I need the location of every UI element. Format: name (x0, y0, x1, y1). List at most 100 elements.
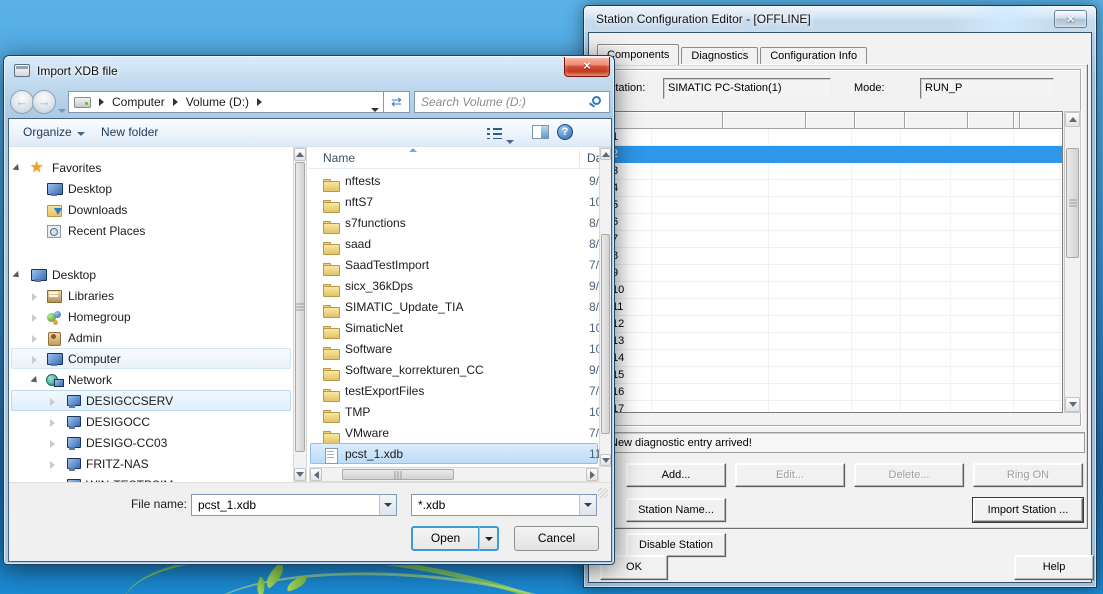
column-header[interactable] (606, 112, 723, 129)
file-row[interactable]: Software 10/ (310, 338, 598, 359)
file-row[interactable]: sicx_36kDps 9/5 (310, 275, 598, 296)
scroll-up-button[interactable] (294, 148, 306, 161)
editor-action-button[interactable]: Add... (626, 463, 726, 487)
table-row[interactable]: 15 (606, 367, 1062, 384)
sidebar-item[interactable]: Downloads (11, 199, 291, 220)
scroll-up-button[interactable] (600, 148, 611, 160)
file-row[interactable]: nftests 9/2 (310, 170, 598, 191)
file-list-vscrollbar[interactable] (599, 147, 612, 467)
sidebar-item[interactable]: DESIGOCC (11, 411, 291, 432)
table-row[interactable]: 10 (606, 282, 1062, 299)
expander-icon[interactable] (30, 334, 40, 344)
file-row[interactable]: nftS7 10/ (310, 191, 598, 212)
file-row[interactable]: s7functions 8/1 (310, 212, 598, 233)
column-header[interactable] (968, 112, 1014, 129)
expander-icon[interactable] (30, 185, 40, 195)
breadcrumb[interactable]: Computer Volume (D:) (68, 91, 384, 113)
combo-dropdown-button[interactable] (379, 495, 396, 515)
scrollbar-thumb[interactable] (601, 234, 610, 434)
table-row[interactable]: 12 (606, 316, 1062, 333)
sidebar-item[interactable]: WIN-TESTPSIM (11, 474, 291, 482)
scrollbar-thumb[interactable] (295, 162, 305, 452)
search-icon[interactable] (592, 96, 601, 105)
expander-icon[interactable] (30, 376, 40, 386)
file-row[interactable]: TMP 10/ (310, 401, 598, 422)
sidebar-item[interactable]: DESIGO-CC03 (11, 432, 291, 453)
table-row[interactable]: 13 (606, 333, 1062, 350)
history-dropdown[interactable] (58, 100, 66, 118)
table-row[interactable]: 5 (606, 197, 1062, 214)
sidebar-item[interactable]: Homegroup (11, 306, 291, 327)
table-row[interactable]: 16 (606, 384, 1062, 401)
column-header[interactable] (855, 112, 905, 129)
combo-dropdown-button[interactable] (579, 495, 596, 515)
editor-action-button[interactable]: Station Name... (626, 498, 726, 522)
organize-button[interactable]: Organize (23, 125, 85, 139)
editor-tab[interactable]: Diagnostics (681, 47, 758, 65)
file-row[interactable]: Software_korrekturen_CC 9/2 (310, 359, 598, 380)
cancel-button[interactable]: Cancel (514, 526, 599, 551)
table-row[interactable]: 6 (606, 214, 1062, 231)
table-scrollbar[interactable] (1064, 111, 1081, 413)
column-header[interactable] (723, 112, 806, 129)
breadcrumb-segment[interactable]: Computer (91, 95, 165, 109)
table-row[interactable]: 2 (606, 146, 1062, 163)
expander-icon[interactable] (48, 418, 58, 428)
expander-icon[interactable] (48, 439, 58, 449)
sidebar-item[interactable]: Libraries (11, 285, 291, 306)
sidebar-item[interactable]: Favorites (11, 157, 291, 178)
file-row[interactable]: saad 8/2 (310, 233, 598, 254)
editor-titlebar[interactable]: Station Configuration Editor - [OFFLINE]… (584, 6, 1096, 32)
table-row[interactable]: 8 (606, 248, 1062, 265)
address-dropdown[interactable] (371, 101, 379, 115)
scrollbar-thumb[interactable] (1066, 148, 1079, 258)
scroll-up-button[interactable] (1065, 112, 1080, 127)
sidebar-item[interactable]: DESIGCCSERV (11, 390, 291, 411)
column-header[interactable] (905, 112, 968, 129)
open-split-dropdown[interactable] (479, 526, 499, 551)
expander-icon[interactable] (12, 271, 22, 281)
expander-icon[interactable] (30, 227, 40, 237)
back-button[interactable]: ← (10, 90, 34, 114)
new-folder-button[interactable]: New folder (101, 125, 158, 139)
resize-grip-icon[interactable] (598, 488, 608, 498)
scroll-down-button[interactable] (600, 454, 611, 466)
file-row[interactable]: pcst_1.xdb 11/ (310, 443, 598, 464)
dialog-titlebar[interactable]: Import XDB file × (4, 56, 614, 86)
file-name-combobox[interactable]: pcst_1.xdb (191, 494, 397, 516)
date-column-header[interactable]: Da (587, 151, 599, 165)
column-header[interactable] (1014, 112, 1020, 129)
table-row[interactable]: 1 (606, 129, 1062, 146)
file-row[interactable]: SimaticNet 10/ (310, 317, 598, 338)
table-row[interactable]: 4 (606, 180, 1062, 197)
expander-icon[interactable] (48, 397, 58, 407)
table-row[interactable]: 11 (606, 299, 1062, 316)
station-value-field[interactable]: SIMATIC PC-Station(1) (663, 78, 831, 99)
search-input[interactable] (421, 94, 581, 110)
editor-close-button[interactable]: × (1054, 10, 1087, 28)
column-divider[interactable] (579, 149, 580, 167)
mode-value-field[interactable]: RUN_P (920, 78, 1054, 99)
refresh-button[interactable]: ⇄ (384, 91, 410, 113)
open-button[interactable]: Open (411, 526, 479, 551)
file-type-combobox[interactable]: *.xdb (411, 494, 597, 516)
forward-button[interactable]: → (32, 90, 56, 114)
sidebar-item[interactable]: Network (11, 369, 291, 390)
preview-pane-button[interactable] (532, 125, 549, 139)
scroll-down-button[interactable] (294, 468, 306, 481)
sidebar-item[interactable]: Recent Places (11, 220, 291, 241)
file-row[interactable]: SaadTestImport 7/2 (310, 254, 598, 275)
help-button[interactable]: ? (557, 124, 573, 140)
dialog-close-button[interactable]: × (564, 57, 610, 77)
file-row[interactable]: SIMATIC_Update_TIA 8/8 (310, 296, 598, 317)
scroll-left-button[interactable] (310, 468, 322, 481)
scrollbar-thumb[interactable] (342, 469, 454, 480)
scroll-right-button[interactable] (586, 468, 598, 481)
file-list-hscrollbar[interactable] (309, 467, 599, 482)
table-row[interactable]: 17 (606, 401, 1062, 413)
sidebar-item[interactable]: FRITZ-NAS (11, 453, 291, 474)
column-header[interactable] (806, 112, 855, 129)
file-row[interactable]: testExportFiles 7/3 (310, 380, 598, 401)
expander-icon[interactable] (30, 206, 40, 216)
expander-icon[interactable] (30, 292, 40, 302)
